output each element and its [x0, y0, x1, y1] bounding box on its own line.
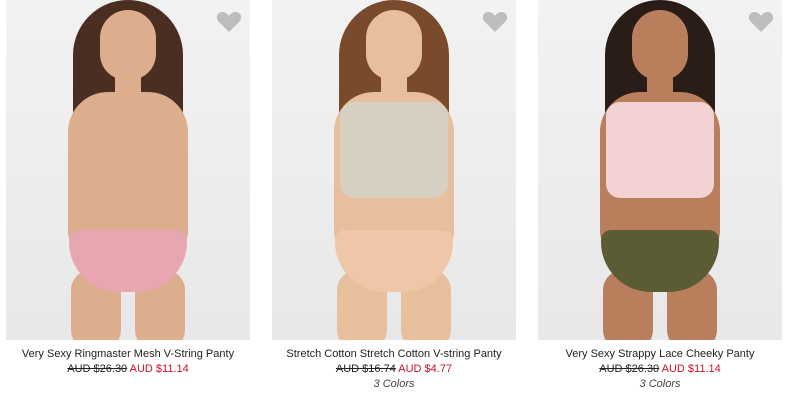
wishlist-heart-icon[interactable] — [748, 10, 774, 34]
wishlist-heart-icon[interactable] — [482, 10, 508, 34]
product-price: AUD $26.30 AUD $11.14 — [6, 362, 250, 377]
sale-price: AUD $4.77 — [398, 363, 453, 375]
model-head — [100, 10, 156, 80]
original-price: AUD $16.74 — [335, 363, 396, 375]
product-info: Very Sexy Ringmaster Mesh V-String Panty… — [6, 340, 250, 377]
product-card: Stretch Cotton Stretch Cotton V-string P… — [272, 0, 516, 392]
product-name[interactable]: Very Sexy Strappy Lace Cheeky Panty — [538, 347, 782, 362]
product-image[interactable] — [6, 0, 250, 340]
model-crop-top — [606, 102, 714, 198]
product-image[interactable] — [272, 0, 516, 340]
model-crop-top — [340, 102, 448, 198]
color-count[interactable]: 3 Colors — [272, 377, 516, 392]
product-card: Very Sexy Strappy Lace Cheeky Panty AUD … — [538, 0, 782, 392]
product-info: Very Sexy Strappy Lace Cheeky Panty AUD … — [538, 340, 782, 392]
product-grid: Very Sexy Ringmaster Mesh V-String Panty… — [0, 0, 789, 411]
product-card: Very Sexy Ringmaster Mesh V-String Panty… — [6, 0, 250, 377]
product-info: Stretch Cotton Stretch Cotton V-string P… — [272, 340, 516, 392]
color-count[interactable]: 3 Colors — [538, 377, 782, 392]
product-price: AUD $26.30 AUD $11.14 — [538, 362, 782, 377]
sale-price: AUD $11.14 — [129, 363, 189, 375]
model-head — [632, 10, 688, 80]
original-price: AUD $26.30 — [599, 363, 660, 375]
product-price: AUD $16.74 AUD $4.77 — [272, 362, 516, 377]
wishlist-heart-icon[interactable] — [216, 10, 242, 34]
model-head — [366, 10, 422, 80]
product-image[interactable] — [538, 0, 782, 340]
model-torso — [68, 92, 188, 252]
product-name[interactable]: Very Sexy Ringmaster Mesh V-String Panty — [6, 347, 250, 362]
product-name[interactable]: Stretch Cotton Stretch Cotton V-string P… — [272, 347, 516, 362]
sale-price: AUD $11.14 — [661, 363, 721, 375]
original-price: AUD $26.30 — [67, 363, 128, 375]
